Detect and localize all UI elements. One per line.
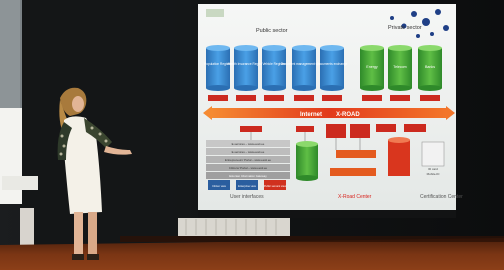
photo-scene: Public sector Private sector Population …	[0, 0, 504, 270]
database-cylinder: Energy	[360, 45, 384, 91]
public-databases: Population Register Health Insurance Reg…	[204, 45, 348, 91]
db-label: Health Insurance Register	[228, 62, 266, 66]
user-interfaces-label: User interfaces	[230, 194, 264, 200]
private-sector-label: Private sector	[388, 25, 422, 31]
portal-row-label: E-services – www.eesti.ee	[232, 150, 265, 154]
certification-box	[330, 168, 376, 176]
certification-center-label: Certification Center	[420, 194, 463, 200]
public-sector-label: Public sector	[256, 28, 288, 34]
database-cylinder: Telecom	[388, 45, 412, 91]
portal-row-label: Estonian Information Gateway	[229, 174, 267, 178]
center-cylinder	[296, 141, 318, 181]
security-servers-top	[208, 95, 440, 101]
bus-label-internet: Internet	[300, 112, 322, 118]
lectern	[2, 176, 38, 190]
center-box	[336, 150, 376, 158]
db-label: Banks	[425, 65, 435, 69]
x-road-bus: Internet X-ROAD	[203, 106, 455, 120]
projection-screen: Public sector Private sector Population …	[198, 4, 463, 210]
portal-stack: E-services – www.eesti.ee E-services – w…	[206, 140, 290, 179]
portal-row-label: Citizens' Portal – www.eesti.ee	[229, 166, 268, 170]
view-label: Public servant view	[264, 184, 286, 188]
database-cylinder: Documents exchange	[317, 45, 348, 91]
database-cylinder: Vehicle Register	[262, 45, 286, 91]
logo	[206, 9, 224, 17]
audience-shoulder	[0, 0, 20, 108]
portal-row-label: E-services – www.eesti.ee	[232, 142, 265, 146]
mobile-id-label: Mobile-ID	[427, 172, 441, 176]
radiator	[178, 218, 290, 236]
x-road-center-label: X-Road Center	[338, 194, 372, 200]
database-cylinder: Population Register	[204, 45, 233, 91]
db-label: Documents exchange	[317, 62, 348, 66]
portal-row-label: Entrepreneurs' Portal – www.eesti.ee	[225, 158, 271, 162]
screen-bottom-frame	[198, 210, 456, 218]
view-label: Citizen view	[212, 184, 226, 188]
user-views: Citizen view Enterprise view Public serv…	[208, 180, 286, 190]
bus-label-xroad: X-ROAD	[336, 112, 360, 118]
db-label: Telecom	[393, 65, 406, 69]
db-label: Energy	[366, 65, 378, 69]
view-label: Enterprise view	[238, 184, 256, 188]
id-card-label: ID card	[428, 167, 438, 171]
private-databases: Energy Telecom Banks	[360, 45, 442, 91]
database-cylinder: Banks	[418, 45, 442, 91]
scene-svg: Public sector Private sector Population …	[0, 0, 504, 270]
stage-edge	[120, 236, 504, 242]
